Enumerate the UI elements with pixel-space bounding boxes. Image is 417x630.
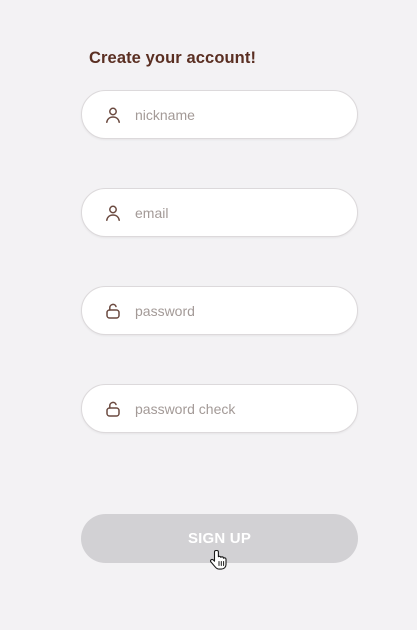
lock-icon: [104, 302, 122, 320]
password-input[interactable]: [135, 287, 340, 334]
email-field[interactable]: [81, 188, 358, 237]
sign-up-button[interactable]: SIGN UP: [81, 514, 358, 563]
lock-icon: [104, 400, 122, 418]
nickname-field[interactable]: [81, 90, 358, 139]
password-field[interactable]: [81, 286, 358, 335]
page-title: Create your account!: [89, 49, 257, 67]
password-check-input[interactable]: [135, 385, 340, 432]
email-input[interactable]: [135, 189, 340, 236]
user-icon: [104, 204, 122, 222]
nickname-input[interactable]: [135, 91, 340, 138]
user-icon: [104, 106, 122, 124]
password-check-field[interactable]: [81, 384, 358, 433]
